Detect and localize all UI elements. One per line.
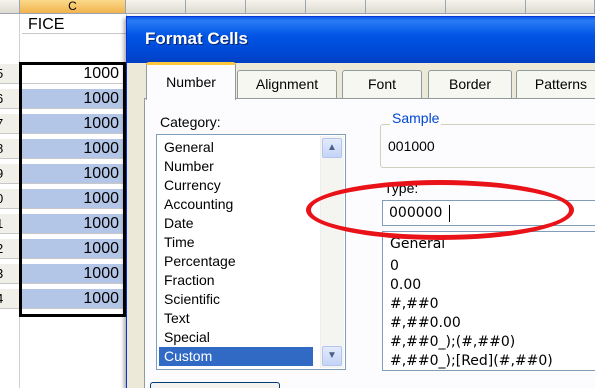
type-input[interactable] xyxy=(382,200,595,226)
table-cell[interactable]: 1000 xyxy=(20,214,124,234)
text-caret xyxy=(449,205,450,222)
row-number[interactable]: 7 xyxy=(0,114,20,134)
tab-border[interactable]: Border xyxy=(428,70,512,98)
column-header-c[interactable]: C xyxy=(20,0,126,14)
category-item-fraction[interactable]: Fraction xyxy=(164,271,215,290)
row-number[interactable]: 2 xyxy=(0,239,20,259)
format-item[interactable]: #,##0.00 xyxy=(390,314,461,333)
category-item-text[interactable]: Text xyxy=(164,309,190,328)
dialog-button[interactable] xyxy=(150,382,280,388)
tab-font[interactable]: Font xyxy=(342,70,422,98)
tab-alignment[interactable]: Alignment xyxy=(237,70,337,98)
category-item-scientific[interactable]: Scientific xyxy=(164,290,220,309)
format-item[interactable]: #,##0_);[Red](#,##0) xyxy=(390,352,553,371)
table-cell[interactable]: 1000 xyxy=(20,114,124,134)
tab-number[interactable]: Number xyxy=(146,62,236,100)
column-header-d[interactable] xyxy=(126,0,186,14)
row-number[interactable]: 4 xyxy=(0,289,20,309)
type-label: Type: xyxy=(384,180,419,196)
column-header-e[interactable] xyxy=(186,0,246,14)
sample-label: Sample xyxy=(390,110,442,126)
table-cell[interactable]: 1000 xyxy=(20,289,124,309)
category-item-general[interactable]: General xyxy=(164,138,214,157)
table-cell[interactable]: 1000 xyxy=(20,239,124,259)
category-item-time[interactable]: Time xyxy=(164,233,195,252)
table-cell[interactable]: 1000 xyxy=(20,189,124,209)
column-header-h[interactable] xyxy=(366,0,446,14)
category-item-date[interactable]: Date xyxy=(164,214,194,233)
category-item-accounting[interactable]: Accounting xyxy=(164,195,233,214)
category-label: Category: xyxy=(160,114,221,130)
row-number[interactable]: 1 xyxy=(0,214,20,234)
tab-patterns[interactable]: Patterns xyxy=(516,70,595,98)
column-header-j[interactable] xyxy=(526,0,595,14)
category-item-special[interactable]: Special xyxy=(164,328,210,347)
row-number[interactable]: 0 xyxy=(0,189,20,209)
format-item[interactable]: General xyxy=(390,235,445,254)
table-cell[interactable]: 1000 xyxy=(20,164,124,184)
format-item[interactable]: #,##0 xyxy=(390,295,439,314)
category-item-custom[interactable]: Custom xyxy=(159,347,313,366)
table-cell[interactable]: 1000 xyxy=(20,264,124,284)
dialog-title: Format Cells xyxy=(145,29,248,48)
row-number[interactable]: 9 xyxy=(0,164,20,184)
row-number[interactable]: 6 xyxy=(0,89,20,109)
category-item-number[interactable]: Number xyxy=(164,157,214,176)
scroll-up-arrow-icon[interactable]: ▲ xyxy=(322,138,342,158)
column-header-g[interactable] xyxy=(306,0,366,14)
row-number[interactable]: 8 xyxy=(0,139,20,159)
table-cell[interactable]: 1000 xyxy=(20,89,124,109)
category-item-currency[interactable]: Currency xyxy=(164,176,221,195)
dialog-title-bar[interactable]: Format Cells xyxy=(127,17,595,63)
sample-value: 001000 xyxy=(388,138,435,154)
row-number[interactable]: 3 xyxy=(0,264,20,284)
column-header-f[interactable] xyxy=(246,0,306,14)
header-cell-fice[interactable]: FICE xyxy=(22,14,126,34)
format-item[interactable]: 0.00 xyxy=(390,276,421,295)
column-header-left[interactable] xyxy=(0,0,20,14)
row-number[interactable]: 5 xyxy=(0,64,20,84)
table-cell[interactable]: 1000 xyxy=(20,64,124,84)
scroll-down-arrow-icon[interactable]: ▼ xyxy=(322,346,342,366)
format-item[interactable]: 0 xyxy=(390,257,399,276)
column-header-i[interactable] xyxy=(446,0,526,14)
table-cell[interactable]: 1000 xyxy=(20,139,124,159)
category-scrollbar[interactable] xyxy=(320,136,344,368)
format-item[interactable]: #,##0_);(#,##0) xyxy=(390,333,515,352)
category-item-percentage[interactable]: Percentage xyxy=(164,252,236,271)
